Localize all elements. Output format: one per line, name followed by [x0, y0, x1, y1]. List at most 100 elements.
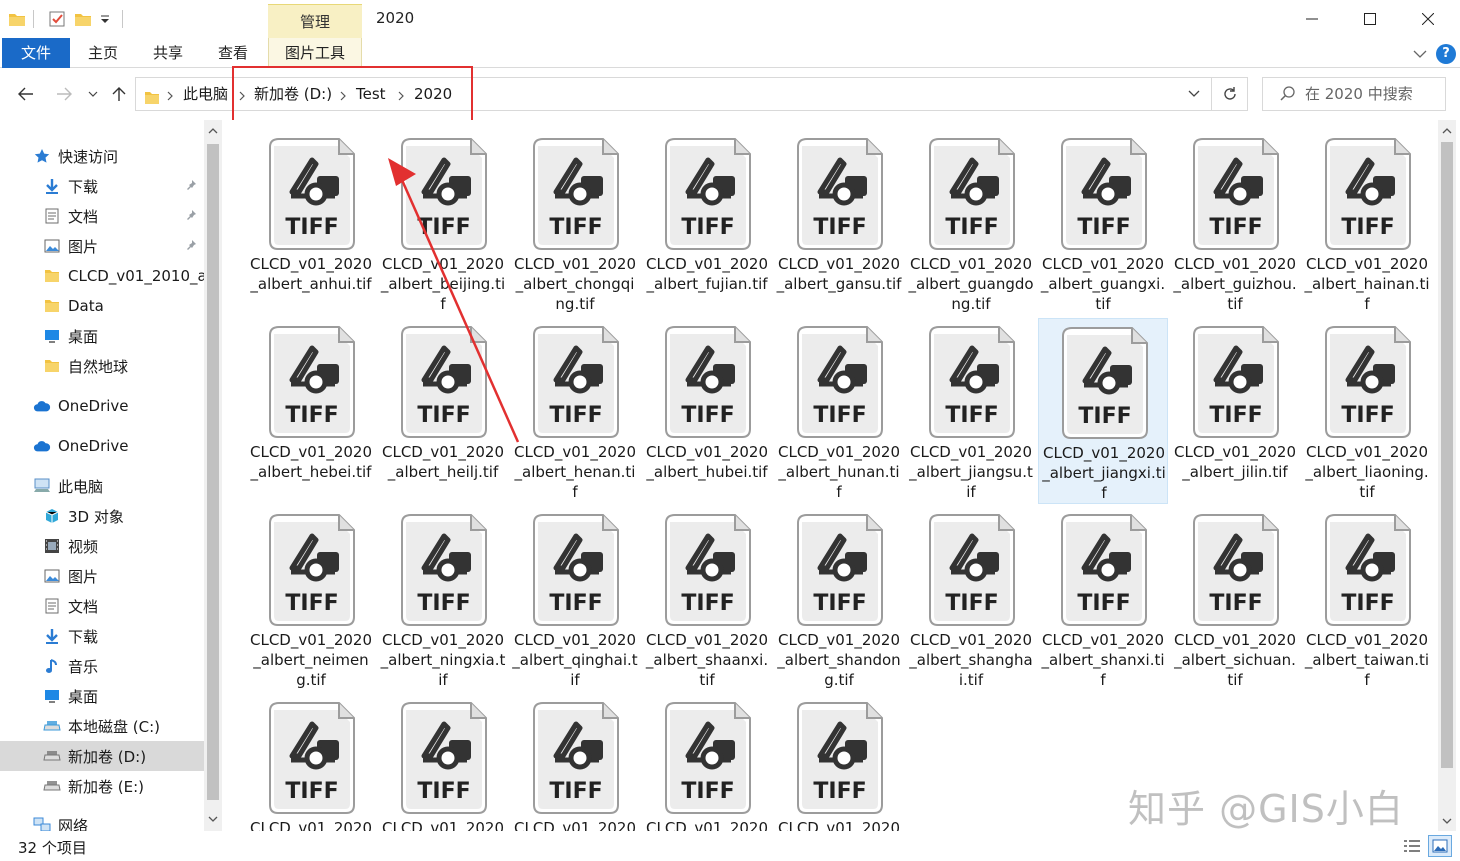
back-button[interactable] — [14, 82, 38, 106]
file-item[interactable]: TIFF CLCD_v01_2020_albert_hubei.tif — [642, 318, 772, 504]
file-item[interactable]: TIFF CLCD_v01_2020 — [510, 694, 640, 831]
file-item[interactable]: TIFF CLCD_v01_2020_albert_hebei.tif — [246, 318, 376, 504]
file-item[interactable]: TIFF CLCD_v01_2020_albert_anhui.tif — [246, 130, 376, 316]
file-item[interactable]: TIFF CLCD_v01_2020_albert_taiwan.tif — [1302, 506, 1432, 692]
sidebar-item-新加卷-e[interactable]: 新加卷 (E:) — [0, 771, 204, 801]
sidebar-item-自然地球[interactable]: 自然地球 — [0, 351, 204, 381]
file-item[interactable]: TIFF CLCD_v01_2020_albert_jiangxi.tif — [1038, 318, 1168, 504]
chevron-right-icon[interactable] — [238, 88, 246, 106]
file-item[interactable]: TIFF CLCD_v01_2020_albert_fujian.tif — [642, 130, 772, 316]
chevron-right-icon[interactable] — [397, 88, 405, 106]
sidebar-item-文档[interactable]: 文档 — [0, 201, 204, 231]
details-view-button[interactable] — [1400, 835, 1424, 857]
scroll-up-icon[interactable] — [204, 122, 222, 140]
sidebar-item-桌面[interactable]: 桌面 — [0, 321, 204, 351]
sidebar-scroll-thumb[interactable] — [207, 144, 219, 800]
sidebar-item-文档[interactable]: 文档 — [0, 591, 204, 621]
sidebar-item-网络[interactable]: 网络 — [0, 810, 204, 831]
pin-icon[interactable] — [185, 237, 197, 255]
tab-view[interactable]: 查看 — [208, 38, 258, 68]
file-item[interactable]: TIFF CLCD_v01_2020_albert_sichuan.tif — [1170, 506, 1300, 692]
breadcrumb-this-pc[interactable]: 此电脑 — [183, 78, 228, 110]
forward-button[interactable] — [52, 82, 76, 106]
sidebar-item-视频[interactable]: 视频 — [0, 531, 204, 561]
help-button[interactable]: ? — [1436, 44, 1456, 64]
pin-icon[interactable] — [185, 207, 197, 225]
file-item[interactable]: TIFF CLCD_v01_2020_albert_qinghai.tif — [510, 506, 640, 692]
tab-picture-tools[interactable]: 图片工具 — [268, 38, 362, 68]
file-item[interactable]: TIFF CLCD_v01_2020_albert_henan.tif — [510, 318, 640, 504]
chevron-right-icon[interactable] — [166, 88, 174, 106]
cloud-icon — [33, 397, 51, 415]
file-item[interactable]: TIFF CLCD_v01_2020_albert_guangdong.tif — [906, 130, 1036, 316]
sidebar-scrollbar[interactable] — [204, 120, 222, 831]
file-item[interactable]: TIFF CLCD_v01_2020_albert_ningxia.tif — [378, 506, 508, 692]
file-item[interactable]: TIFF CLCD_v01_2020 — [642, 694, 772, 831]
address-bar[interactable]: 此电脑 新加卷 (D:) Test 2020 — [135, 77, 1248, 111]
sidebar-item-下载[interactable]: 下载 — [0, 621, 204, 651]
cube-icon — [43, 507, 61, 525]
tab-share[interactable]: 共享 — [143, 38, 193, 68]
sidebar-item-onedrive[interactable]: OneDrive — [0, 431, 204, 461]
file-item[interactable]: TIFF CLCD_v01_2020_albert_guangxi.tif — [1038, 130, 1168, 316]
breadcrumb-2020[interactable]: 2020 — [414, 78, 452, 110]
sidebar-item-3d-对象[interactable]: 3D 对象 — [0, 501, 204, 531]
sidebar-item-桌面[interactable]: 桌面 — [0, 681, 204, 711]
file-item[interactable]: TIFF CLCD_v01_2020 — [774, 694, 904, 831]
properties-icon[interactable] — [46, 8, 68, 30]
scroll-down-icon[interactable] — [204, 810, 222, 828]
sidebar-item-onedrive[interactable]: OneDrive — [0, 391, 204, 421]
file-item[interactable]: TIFF CLCD_v01_2020_albert_shaanxi.tif — [642, 506, 772, 692]
sidebar-item-本地磁盘-c[interactable]: 本地磁盘 (C:) — [0, 711, 204, 741]
pin-icon[interactable] — [185, 177, 197, 195]
breadcrumb-test[interactable]: Test — [356, 78, 386, 110]
address-history-button[interactable] — [1180, 77, 1208, 111]
file-item[interactable]: TIFF CLCD_v01_2020_albert_hunan.tif — [774, 318, 904, 504]
tiff-file-icon: TIFF — [665, 702, 751, 814]
minimize-button[interactable] — [1280, 0, 1344, 38]
file-item[interactable]: TIFF CLCD_v01_2020_albert_gansu.tif — [774, 130, 904, 316]
file-item[interactable]: TIFF CLCD_v01_2020_albert_beijing.tif — [378, 130, 508, 316]
file-item[interactable]: TIFF CLCD_v01_2020_albert_heilj.tif — [378, 318, 508, 504]
search-box[interactable] — [1262, 77, 1446, 111]
drive-icon — [43, 747, 61, 765]
file-item[interactable]: TIFF CLCD_v01_2020_albert_shandong.tif — [774, 506, 904, 692]
tab-file[interactable]: 文件 — [2, 38, 70, 68]
maximize-button[interactable] — [1338, 0, 1402, 38]
customize-quick-access-icon[interactable] — [94, 8, 116, 30]
file-item[interactable]: TIFF CLCD_v01_2020 — [378, 694, 508, 831]
file-item[interactable]: TIFF CLCD_v01_2020_albert_hainan.tif — [1302, 130, 1432, 316]
file-item[interactable]: TIFF CLCD_v01_2020 — [246, 694, 376, 831]
refresh-button[interactable] — [1211, 77, 1248, 111]
search-input[interactable] — [1305, 78, 1443, 110]
new-folder-icon[interactable] — [72, 8, 94, 30]
sidebar-item-此电脑[interactable]: 此电脑 — [0, 471, 204, 501]
breadcrumb-drive-d[interactable]: 新加卷 (D:) — [254, 78, 332, 110]
recent-locations-button[interactable] — [85, 82, 101, 106]
sidebar-item-图片[interactable]: 图片 — [0, 231, 204, 261]
sidebar-item-data[interactable]: Data — [0, 291, 204, 321]
tiff-file-icon: TIFF — [1325, 138, 1411, 250]
sidebar-item-下载[interactable]: 下载 — [0, 171, 204, 201]
file-item[interactable]: TIFF CLCD_v01_2020_albert_liaoning.tif — [1302, 318, 1432, 504]
large-icons-view-button[interactable] — [1428, 835, 1452, 857]
file-item[interactable]: TIFF CLCD_v01_2020_albert_neimeng.tif — [246, 506, 376, 692]
sidebar-item-快速访问[interactable]: 快速访问 — [0, 141, 204, 171]
file-item[interactable]: TIFF CLCD_v01_2020_albert_shanghai.tif — [906, 506, 1036, 692]
file-item[interactable]: TIFF CLCD_v01_2020_albert_guizhou.tif — [1170, 130, 1300, 316]
manage-context-tab[interactable]: 管理 — [268, 4, 362, 38]
tab-home[interactable]: 主页 — [78, 38, 128, 68]
file-item[interactable]: TIFF CLCD_v01_2020_albert_jiangsu.tif — [906, 318, 1036, 504]
close-button[interactable] — [1396, 0, 1460, 38]
sidebar-item-clcd-v01-2010-all[interactable]: CLCD_v01_2010_all — [0, 261, 204, 291]
up-button[interactable] — [108, 82, 130, 106]
file-item[interactable]: TIFF CLCD_v01_2020_albert_shanxi.tif — [1038, 506, 1168, 692]
chevron-right-icon[interactable] — [339, 88, 347, 106]
expand-ribbon-button[interactable] — [1410, 44, 1430, 64]
sidebar-item-音乐[interactable]: 音乐 — [0, 651, 204, 681]
file-item[interactable]: TIFF CLCD_v01_2020_albert_chongqing.tif — [510, 130, 640, 316]
file-name: CLCD_v01_2020_albert_shanghai.tif — [909, 631, 1033, 689]
file-item[interactable]: TIFF CLCD_v01_2020_albert_jilin.tif — [1170, 318, 1300, 504]
sidebar-item-图片[interactable]: 图片 — [0, 561, 204, 591]
sidebar-item-新加卷-d[interactable]: 新加卷 (D:) — [0, 741, 204, 771]
